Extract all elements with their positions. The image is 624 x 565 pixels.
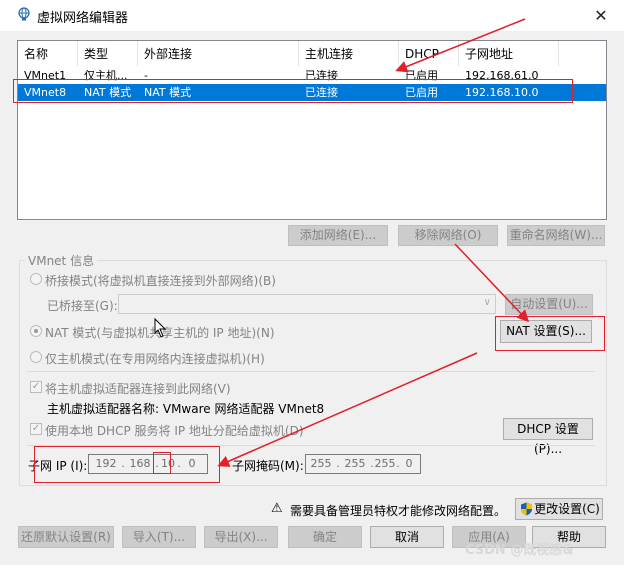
close-icon[interactable]: ✕ [594, 6, 607, 25]
bridged-to-label: 已桥接至(G): [47, 299, 118, 313]
network-globe-icon [18, 7, 30, 21]
close-button[interactable]: ✕ [578, 0, 624, 31]
connect-adapter-label: 将主机虚拟适配器连接到此网络(V) [45, 382, 231, 396]
admin-notice-text: 需要具备管理员特权才能修改网络配置。 [290, 504, 507, 518]
chevron-down-icon: ∨ [483, 297, 491, 308]
dhcp-settings-button[interactable]: DHCP 设置(P)... [503, 418, 593, 456]
cancel-button[interactable]: 取消 [370, 526, 444, 548]
warning-icon: ⚠ [271, 501, 283, 516]
shield-icon [521, 502, 532, 516]
change-settings-button[interactable]: 更改设置(C) [515, 498, 603, 520]
annotation-box-nat-settings [495, 316, 605, 351]
column-header-subnet[interactable]: 子网地址 [459, 41, 559, 66]
window-title: 虚拟网络编辑器 [37, 11, 129, 26]
divider [27, 371, 595, 372]
annotation-box-vmnet8-row [13, 79, 573, 103]
adapter-name-text: 主机虚拟适配器名称: VMware 网络适配器 VMnet8 [47, 402, 325, 416]
bridge-mode-radio[interactable] [30, 273, 42, 285]
network-list[interactable]: 名称 类型 外部连接 主机连接 DHCP 子网地址 VMnet1 仅主机... … [17, 40, 607, 220]
host-only-label: 仅主机模式(在专用网络内连接虚拟机)(H) [45, 352, 265, 366]
bridge-mode-label: 桥接模式(将虚拟机直接连接到外部网络)(B) [45, 274, 276, 288]
bridged-to-select[interactable]: ∨ [118, 294, 496, 314]
column-header-name[interactable]: 名称 [18, 41, 78, 66]
subnet-mask-input[interactable]: 255 . 255 . 255 . 0 [305, 454, 421, 474]
remove-network-button[interactable]: 移除网络(O) [398, 225, 498, 246]
host-only-radio[interactable] [30, 351, 42, 363]
mask-octet-4: 0 [405, 457, 413, 470]
title-bar: 虚拟网络编辑器 ✕ [0, 0, 624, 31]
rename-network-button[interactable]: 重命名网络(W)... [507, 225, 605, 246]
change-settings-label: 更改设置(C) [534, 502, 600, 516]
import-button[interactable]: 导入(T)... [122, 526, 196, 548]
use-dhcp-checkbox[interactable]: ✓ [30, 423, 42, 435]
connect-adapter-checkbox[interactable]: ✓ [30, 381, 42, 393]
list-header: 名称 类型 外部连接 主机连接 DHCP 子网地址 [18, 41, 606, 66]
auto-settings-button[interactable]: 自动设置(U)... [505, 294, 593, 315]
annotation-box-subnet-octet [153, 452, 171, 474]
mask-octet-2: 255 [344, 457, 366, 470]
column-header-host[interactable]: 主机连接 [299, 41, 399, 66]
column-header-type[interactable]: 类型 [78, 41, 138, 66]
csdn-watermark: CSDN @既视感& [465, 543, 574, 558]
restore-defaults-button[interactable]: 还原默认设置(R) [18, 526, 114, 548]
export-button[interactable]: 导出(X)... [204, 526, 278, 548]
annotation-box-subnet-ip [34, 446, 220, 483]
add-network-button[interactable]: 添加网络(E)... [288, 225, 388, 246]
nat-mode-label: NAT 模式(与虚拟机共享主机的 IP 地址)(N) [45, 326, 275, 340]
mask-dot: . [336, 457, 340, 470]
subnet-mask-label: 子网掩码(M): [232, 459, 304, 473]
column-header-dhcp[interactable]: DHCP [399, 41, 459, 66]
use-dhcp-label: 使用本地 DHCP 服务将 IP 地址分配给虚拟机(D) [45, 424, 304, 438]
ok-button[interactable]: 确定 [288, 526, 362, 548]
nat-mode-radio[interactable] [30, 325, 42, 337]
column-header-external[interactable]: 外部连接 [138, 41, 299, 66]
mask-octet-1: 255 [310, 457, 332, 470]
vmnet-info-label: VMnet 信息 [25, 252, 98, 269]
